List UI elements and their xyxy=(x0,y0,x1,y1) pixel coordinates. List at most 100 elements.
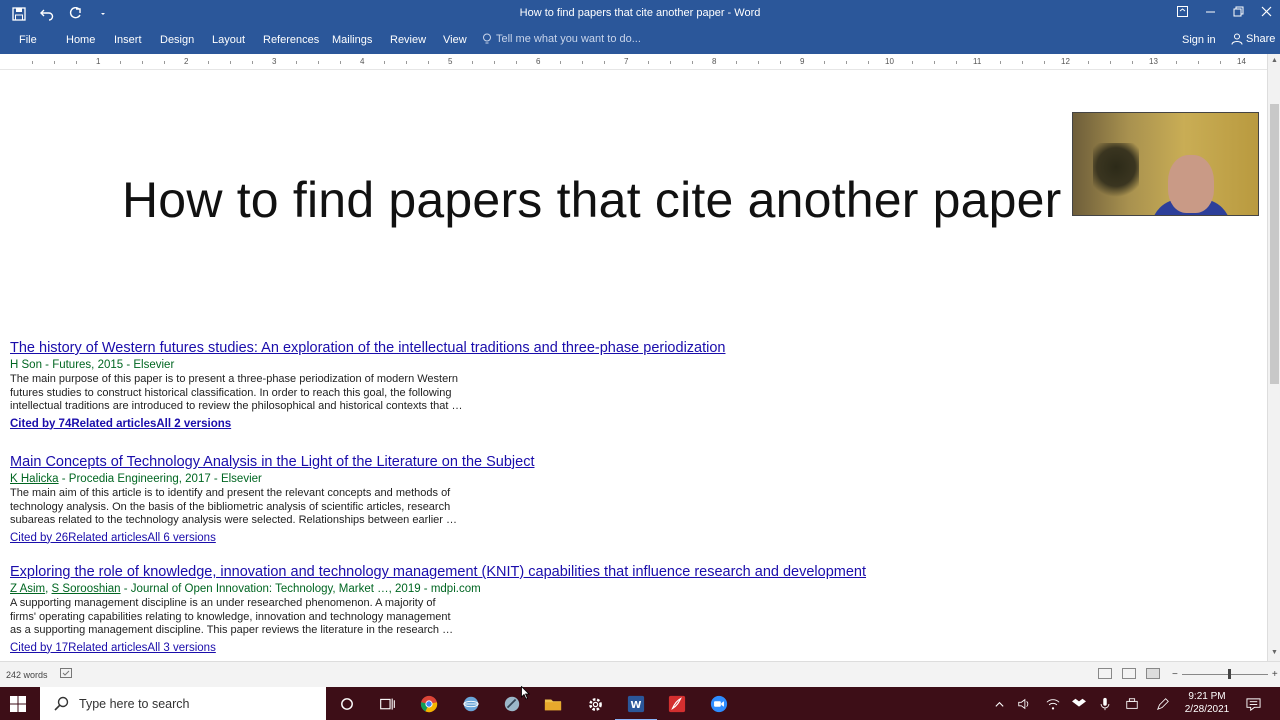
ruler-tick xyxy=(1044,61,1045,64)
ribbon-display-icon xyxy=(1176,5,1188,17)
ruler-tick xyxy=(648,61,649,64)
microphone-icon[interactable] xyxy=(1097,696,1113,712)
result-title-link[interactable]: Main Concepts of Technology Analysis in … xyxy=(10,453,534,471)
network-icon[interactable] xyxy=(1124,696,1140,712)
minimize-button[interactable] xyxy=(1196,0,1224,22)
result-meta-source: - Futures, 2015 - Elsevier xyxy=(41,359,175,371)
ruler-number: 13 xyxy=(1149,57,1158,66)
read-mode-icon[interactable] xyxy=(1098,668,1112,679)
action-center-icon[interactable] xyxy=(1245,696,1261,712)
dropbox-icon[interactable] xyxy=(1071,696,1087,712)
result-meta-source: - Procedia Engineering, 2017 - Elsevier xyxy=(58,473,262,485)
horizontal-ruler[interactable]: 1 2 3 4 5 6 7 8 9 10 11 12 13 14 xyxy=(0,54,1268,70)
word-app-icon[interactable]: W xyxy=(615,693,657,720)
scroll-thumb[interactable] xyxy=(1270,104,1279,384)
tab-design[interactable]: Design xyxy=(160,34,194,46)
pen-icon[interactable] xyxy=(1155,696,1171,712)
ruler-tick xyxy=(1110,61,1111,64)
svg-text:W: W xyxy=(631,700,642,711)
wifi-icon[interactable] xyxy=(1045,696,1061,712)
zoom-track[interactable] xyxy=(1181,669,1268,679)
result-title-link[interactable]: The history of Western futures studies: … xyxy=(10,339,725,357)
result-links[interactable]: Cited by 26Related articlesAll 6 version… xyxy=(10,532,534,544)
chrome-icon[interactable] xyxy=(418,693,440,715)
ribbon-tabs: File Home Insert Design Layout Reference… xyxy=(0,28,1280,54)
result-snippet: A supporting management discipline is an… xyxy=(10,597,454,636)
tab-home[interactable]: Home xyxy=(66,34,95,46)
tab-file[interactable]: File xyxy=(19,34,37,46)
volume-icon[interactable] xyxy=(1016,696,1032,712)
result-meta-source: - Journal of Open Innovation: Technology… xyxy=(120,583,481,595)
proofing-icon[interactable] xyxy=(60,668,72,678)
ruler-tick xyxy=(142,61,143,64)
print-layout-icon[interactable] xyxy=(1122,668,1136,679)
task-view-icon[interactable] xyxy=(376,693,398,715)
taskbar-search-box[interactable]: Type here to search xyxy=(40,687,326,720)
tab-insert[interactable]: Insert xyxy=(114,34,142,46)
result-author[interactable]: K Halicka xyxy=(10,473,59,485)
zoom-knob[interactable] xyxy=(1227,669,1231,679)
result-title-link[interactable]: Exploring the role of knowledge, innovat… xyxy=(10,563,866,581)
page-title: How to find papers that cite another pap… xyxy=(122,172,1062,228)
word-count[interactable]: 242 words xyxy=(6,670,48,680)
ruler-tick xyxy=(252,61,253,64)
settings-gear-icon[interactable] xyxy=(584,693,606,715)
webcam-overlay xyxy=(1072,112,1259,216)
tab-view[interactable]: View xyxy=(443,34,467,46)
restore-icon xyxy=(1233,6,1243,16)
result-links[interactable]: Cited by 74Related articlesAll 2 version… xyxy=(10,418,725,430)
window-controls xyxy=(1168,0,1280,22)
ruler-tick xyxy=(1022,61,1023,64)
share-label: Share xyxy=(1246,33,1276,45)
ruler-number: 2 xyxy=(184,57,189,66)
search-icon xyxy=(54,696,69,711)
search-result: Main Concepts of Technology Analysis in … xyxy=(10,453,534,544)
zoom-out-icon[interactable]: − xyxy=(1172,669,1178,680)
app-globe-icon[interactable] xyxy=(460,693,482,715)
tab-review[interactable]: Review xyxy=(390,34,426,46)
ruler-tick xyxy=(736,61,737,64)
tab-references[interactable]: References xyxy=(263,34,319,46)
system-clock[interactable]: 9:21 PM 2/28/2021 xyxy=(1184,690,1230,716)
zoom-meeting-icon[interactable] xyxy=(708,693,730,715)
app-paint-icon[interactable] xyxy=(501,693,523,715)
tell-me-search[interactable]: Tell me what you want to do... xyxy=(482,33,641,45)
zoom-slider[interactable]: − + xyxy=(1172,669,1278,680)
ruler-number: 11 xyxy=(973,57,982,66)
result-author[interactable]: S Sorooshian xyxy=(52,583,121,595)
ruler-tick xyxy=(494,61,495,64)
ruler-tick xyxy=(32,61,33,64)
ruler-tick xyxy=(670,61,671,64)
share-button[interactable]: Share xyxy=(1231,33,1275,45)
web-layout-icon[interactable] xyxy=(1146,668,1160,679)
scroll-up-arrow-icon[interactable]: ▲ xyxy=(1270,57,1279,66)
ruler-tick xyxy=(120,61,121,64)
ruler-tick xyxy=(208,61,209,64)
result-links[interactable]: Cited by 17Related articlesAll 3 version… xyxy=(10,642,866,654)
restore-button[interactable] xyxy=(1224,0,1252,22)
result-meta: K Halicka - Procedia Engineering, 2017 -… xyxy=(10,472,534,486)
result-meta: Z Asim, S Sorooshian - Journal of Open I… xyxy=(10,583,481,595)
ruler-number: 12 xyxy=(1061,57,1070,66)
webcam-plant-shape xyxy=(1093,143,1139,203)
ruler-number: 6 xyxy=(536,57,541,66)
taskbar-search-placeholder: Type here to search xyxy=(79,696,190,711)
show-hidden-icons-chevron-icon[interactable] xyxy=(991,696,1007,712)
ribbon-display-options-button[interactable] xyxy=(1168,0,1196,22)
tab-layout[interactable]: Layout xyxy=(212,34,245,46)
result-author[interactable]: Z Asim xyxy=(10,583,45,595)
vertical-scrollbar[interactable]: ▲ ▼ xyxy=(1267,54,1280,661)
zoom-in-icon[interactable]: + xyxy=(1272,669,1278,680)
ruler-tick xyxy=(230,61,231,64)
ruler-number: 4 xyxy=(360,57,365,66)
sign-in-link[interactable]: Sign in xyxy=(1182,34,1216,46)
windows-start-icon[interactable] xyxy=(10,696,26,712)
close-button[interactable] xyxy=(1252,0,1280,22)
cortana-icon[interactable] xyxy=(336,693,358,715)
tab-mailings[interactable]: Mailings xyxy=(332,34,372,46)
acrobat-icon[interactable] xyxy=(666,693,688,715)
scroll-down-arrow-icon[interactable]: ▼ xyxy=(1270,649,1279,658)
ruler-tick xyxy=(340,61,341,64)
file-explorer-icon[interactable] xyxy=(542,693,564,715)
ruler-tick xyxy=(296,61,297,64)
